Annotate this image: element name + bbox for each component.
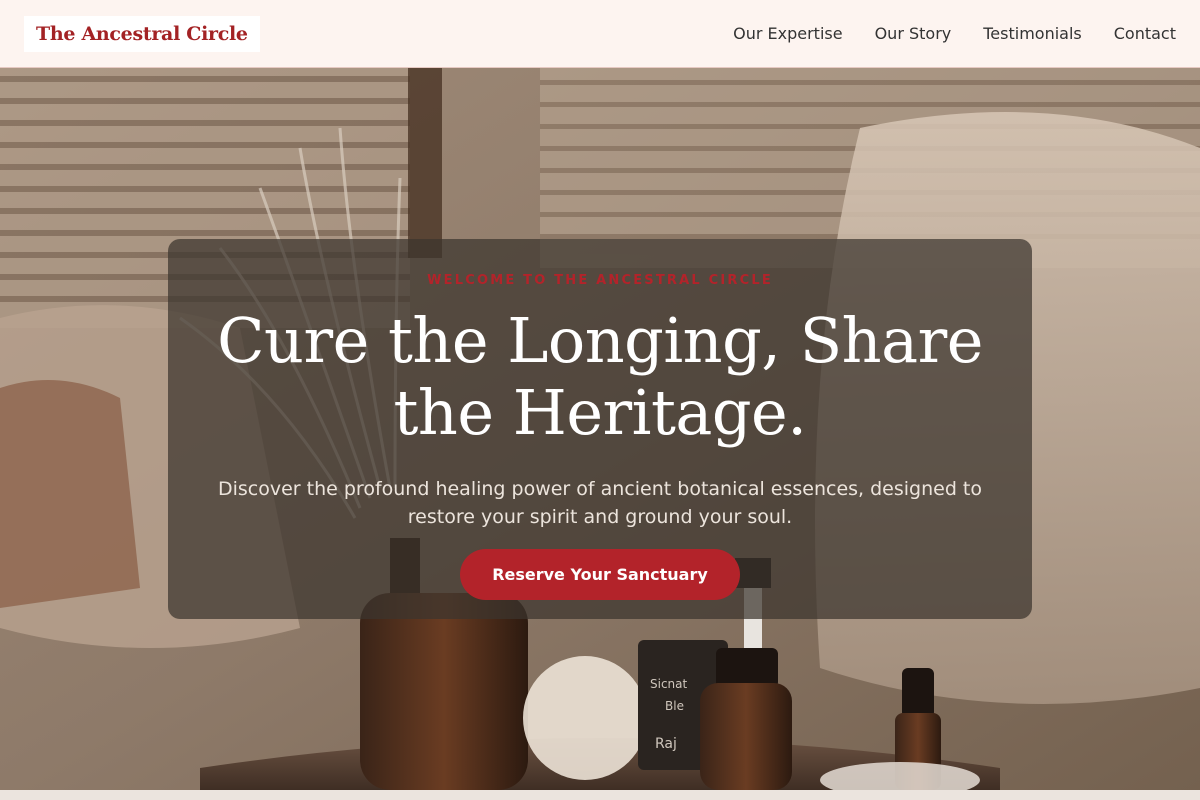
hero-eyebrow: WELCOME TO THE ANCESTRAL CIRCLE [427,273,773,288]
page-divider [0,790,1200,800]
nav-link-our-story[interactable]: Our Story [875,24,952,43]
hero-overlay-card: WELCOME TO THE ANCESTRAL CIRCLE Cure the… [168,239,1032,619]
svg-text:Sicnat: Sicnat [650,677,688,691]
hero-headline: Cure the Longing, Share the Heritage. [217,304,983,449]
svg-text:Ble: Ble [665,699,684,713]
hero-section: Sicnat Ble Raj WELCOME TO THE ANCESTRAL … [0,68,1200,790]
reserve-sanctuary-button[interactable]: Reserve Your Sanctuary [460,549,740,600]
svg-text:Raj: Raj [655,736,677,752]
nav-link-testimonials[interactable]: Testimonials [983,24,1082,43]
nav-link-our-expertise[interactable]: Our Expertise [733,24,842,43]
nav-link-contact[interactable]: Contact [1114,24,1176,43]
site-header: The Ancestral Circle Our Expertise Our S… [0,0,1200,68]
hero-subtext: Discover the profound healing power of a… [217,478,983,528]
main-nav: Our Expertise Our Story Testimonials Con… [733,24,1176,43]
brand-logo[interactable]: The Ancestral Circle [24,15,260,52]
